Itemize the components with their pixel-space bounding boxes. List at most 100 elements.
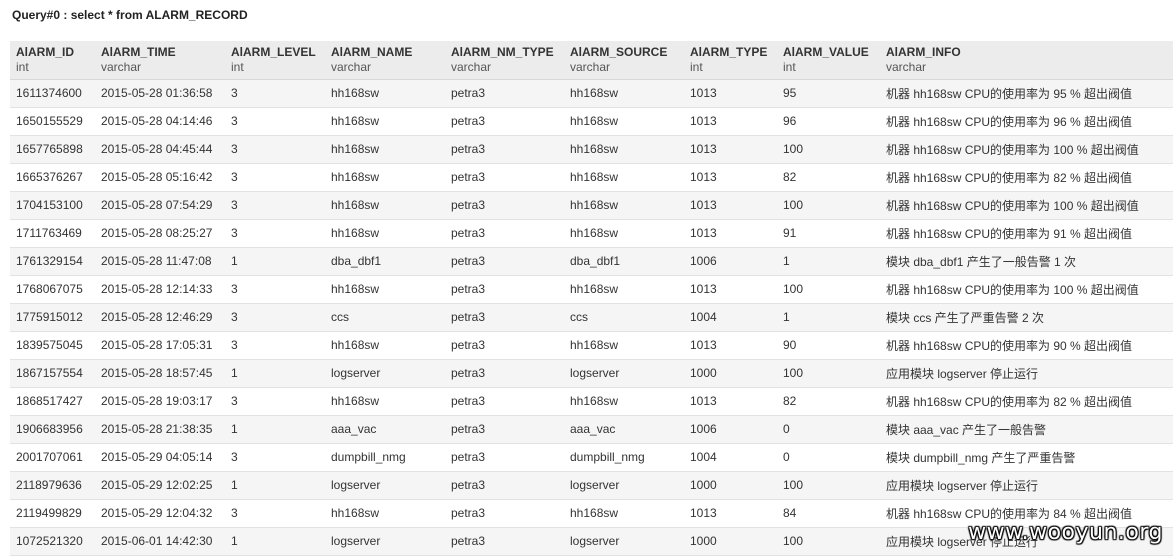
column-type: varchar bbox=[570, 60, 611, 74]
table-cell: 2015-05-28 21:38:35 bbox=[95, 415, 225, 444]
table-cell: ccs bbox=[564, 303, 684, 332]
table-cell: 3 bbox=[225, 135, 325, 164]
column-name: AlARM_SOURCE bbox=[570, 45, 668, 59]
table-cell: logserver bbox=[325, 527, 445, 556]
column-header[interactable]: AlARM_NAME varchar bbox=[325, 41, 445, 80]
table-row[interactable]: 1650155529 2015-05-28 04:14:46 3 hh168sw pet… bbox=[10, 107, 1173, 136]
table-cell: hh168sw bbox=[564, 499, 684, 528]
column-header[interactable]: AlARM_TYPE int bbox=[684, 41, 777, 80]
table-cell: ccs bbox=[325, 303, 445, 332]
column-header[interactable]: AlARM_ID int bbox=[10, 41, 95, 80]
table-cell: petra3 bbox=[445, 499, 564, 528]
table-cell: 2015-05-28 07:54:29 bbox=[95, 191, 225, 220]
column-name: AlARM_ID bbox=[16, 45, 75, 59]
table-row[interactable]: 2001707061 2015-05-29 04:05:14 3 dumpbill_n… bbox=[10, 443, 1173, 472]
table-row[interactable]: 1665376267 2015-05-28 05:16:42 3 hh168sw pet… bbox=[10, 163, 1173, 192]
table-row[interactable]: 1867157554 2015-05-28 18:57:45 1 logserver p… bbox=[10, 359, 1173, 388]
column-header[interactable]: AlARM_VALUE int bbox=[777, 41, 880, 80]
column-type: varchar bbox=[331, 60, 372, 74]
table-cell: petra3 bbox=[445, 275, 564, 304]
table-cell: 0 bbox=[777, 443, 880, 472]
table-cell: 2015-05-29 12:02:25 bbox=[95, 471, 225, 500]
column-header[interactable]: AlARM_LEVEL int bbox=[225, 41, 325, 80]
table-row[interactable]: 1839575045 2015-05-28 17:05:31 3 hh168sw pet… bbox=[10, 331, 1173, 360]
column-header[interactable]: AlARM_NM_TYPE varchar bbox=[445, 41, 564, 80]
table-cell: 1000 bbox=[684, 471, 777, 500]
table-cell: 2118979636 bbox=[10, 471, 95, 500]
table-cell: petra3 bbox=[445, 387, 564, 416]
table-cell: 1013 bbox=[684, 387, 777, 416]
column-header[interactable]: AlARM_INFO varchar bbox=[880, 41, 1173, 80]
table-cell: 1013 bbox=[684, 275, 777, 304]
table-cell: 2001707061 bbox=[10, 443, 95, 472]
table-cell: 1711763469 bbox=[10, 219, 95, 248]
table-cell: 3 bbox=[225, 191, 325, 220]
table-cell: 1072521320 bbox=[10, 527, 95, 556]
table-cell: 1013 bbox=[684, 331, 777, 360]
table-cell: 3 bbox=[225, 443, 325, 472]
table-row[interactable]: 1761329154 2015-05-28 11:47:08 1 dba_dbf1 pe… bbox=[10, 247, 1173, 276]
table-cell: logserver bbox=[564, 471, 684, 500]
table-cell: dba_dbf1 bbox=[564, 247, 684, 276]
table-cell: 2015-05-28 04:45:44 bbox=[95, 135, 225, 164]
table-cell: petra3 bbox=[445, 135, 564, 164]
column-name: AlARM_LEVEL bbox=[231, 45, 316, 59]
table-cell: petra3 bbox=[445, 107, 564, 136]
table-row[interactable]: 1768067075 2015-05-28 12:14:33 3 hh168sw pet… bbox=[10, 275, 1173, 304]
column-header[interactable]: AlARM_SOURCE varchar bbox=[564, 41, 684, 80]
table-cell: logserver bbox=[325, 359, 445, 388]
table-cell: 1761329154 bbox=[10, 247, 95, 276]
table-cell: 机器 hh168sw CPU的使用率为 100 % 超出阀值 bbox=[880, 275, 1173, 304]
table-cell: 2015-05-29 12:04:32 bbox=[95, 499, 225, 528]
table-cell: 100 bbox=[777, 527, 880, 556]
column-type: int bbox=[231, 60, 244, 74]
table-cell: 3 bbox=[225, 387, 325, 416]
table-cell: hh168sw bbox=[564, 163, 684, 192]
table-cell: hh168sw bbox=[564, 107, 684, 136]
column-header[interactable]: AlARM_TIME varchar bbox=[95, 41, 225, 80]
table-cell: petra3 bbox=[445, 163, 564, 192]
table-cell: 1006 bbox=[684, 415, 777, 444]
table-cell: 1 bbox=[225, 359, 325, 388]
column-name: AlARM_VALUE bbox=[783, 45, 869, 59]
table-row[interactable]: 1704153100 2015-05-28 07:54:29 3 hh168sw pet… bbox=[10, 191, 1173, 220]
table-cell: 82 bbox=[777, 163, 880, 192]
table-cell: hh168sw bbox=[325, 331, 445, 360]
table-cell: 1650155529 bbox=[10, 107, 95, 136]
table-cell: 1665376267 bbox=[10, 163, 95, 192]
table-row[interactable]: 1906683956 2015-05-28 21:38:35 1 aaa_vac pet… bbox=[10, 415, 1173, 444]
table-cell: dumpbill_nmg bbox=[564, 443, 684, 472]
table-row[interactable]: 1711763469 2015-05-28 08:25:27 3 hh168sw pet… bbox=[10, 219, 1173, 248]
table-cell: petra3 bbox=[445, 415, 564, 444]
column-name: AlARM_NM_TYPE bbox=[451, 45, 554, 59]
table-row[interactable]: 1868517427 2015-05-28 19:03:17 3 hh168sw pet… bbox=[10, 387, 1173, 416]
table-cell: dumpbill_nmg bbox=[325, 443, 445, 472]
table-cell: petra3 bbox=[445, 191, 564, 220]
table-cell: hh168sw bbox=[564, 331, 684, 360]
table-cell: 2015-05-28 19:03:17 bbox=[95, 387, 225, 416]
table-row[interactable]: 1657765898 2015-05-28 04:45:44 3 hh168sw pet… bbox=[10, 135, 1173, 164]
table-cell: 2015-05-28 11:47:08 bbox=[95, 247, 225, 276]
table-row[interactable]: 2118979636 2015-05-29 12:02:25 1 logserver p… bbox=[10, 471, 1173, 500]
table-cell: hh168sw bbox=[325, 499, 445, 528]
table-cell: petra3 bbox=[445, 79, 564, 108]
table-cell: logserver bbox=[564, 359, 684, 388]
table-cell: 100 bbox=[777, 471, 880, 500]
table-cell: 3 bbox=[225, 219, 325, 248]
table-row[interactable]: 1775915012 2015-05-28 12:46:29 3 ccs petra3 c… bbox=[10, 303, 1173, 332]
table-cell: 1768067075 bbox=[10, 275, 95, 304]
table-cell: 2015-05-28 17:05:31 bbox=[95, 331, 225, 360]
table-row[interactable]: 1611374600 2015-05-28 01:36:58 3 hh168sw pet… bbox=[10, 79, 1173, 108]
table-cell: 1013 bbox=[684, 163, 777, 192]
table-cell: 2015-05-28 18:57:45 bbox=[95, 359, 225, 388]
table-cell: petra3 bbox=[445, 331, 564, 360]
table-cell: 机器 hh168sw CPU的使用率为 100 % 超出阀值 bbox=[880, 191, 1173, 220]
column-type: varchar bbox=[101, 60, 142, 74]
query-title: Query#0 : select * from ALARM_RECORD bbox=[12, 8, 248, 22]
table-cell: 2015-05-28 05:16:42 bbox=[95, 163, 225, 192]
table-cell: petra3 bbox=[445, 359, 564, 388]
table-cell: 机器 hh168sw CPU的使用率为 82 % 超出阀值 bbox=[880, 387, 1173, 416]
result-table: AlARM_ID int AlARM_TIME varchar AlARM_LEVEL i… bbox=[10, 41, 1173, 556]
table-cell: 2015-05-28 12:46:29 bbox=[95, 303, 225, 332]
table-cell: 模块 dba_dbf1 产生了一般告警 1 次 bbox=[880, 247, 1173, 276]
